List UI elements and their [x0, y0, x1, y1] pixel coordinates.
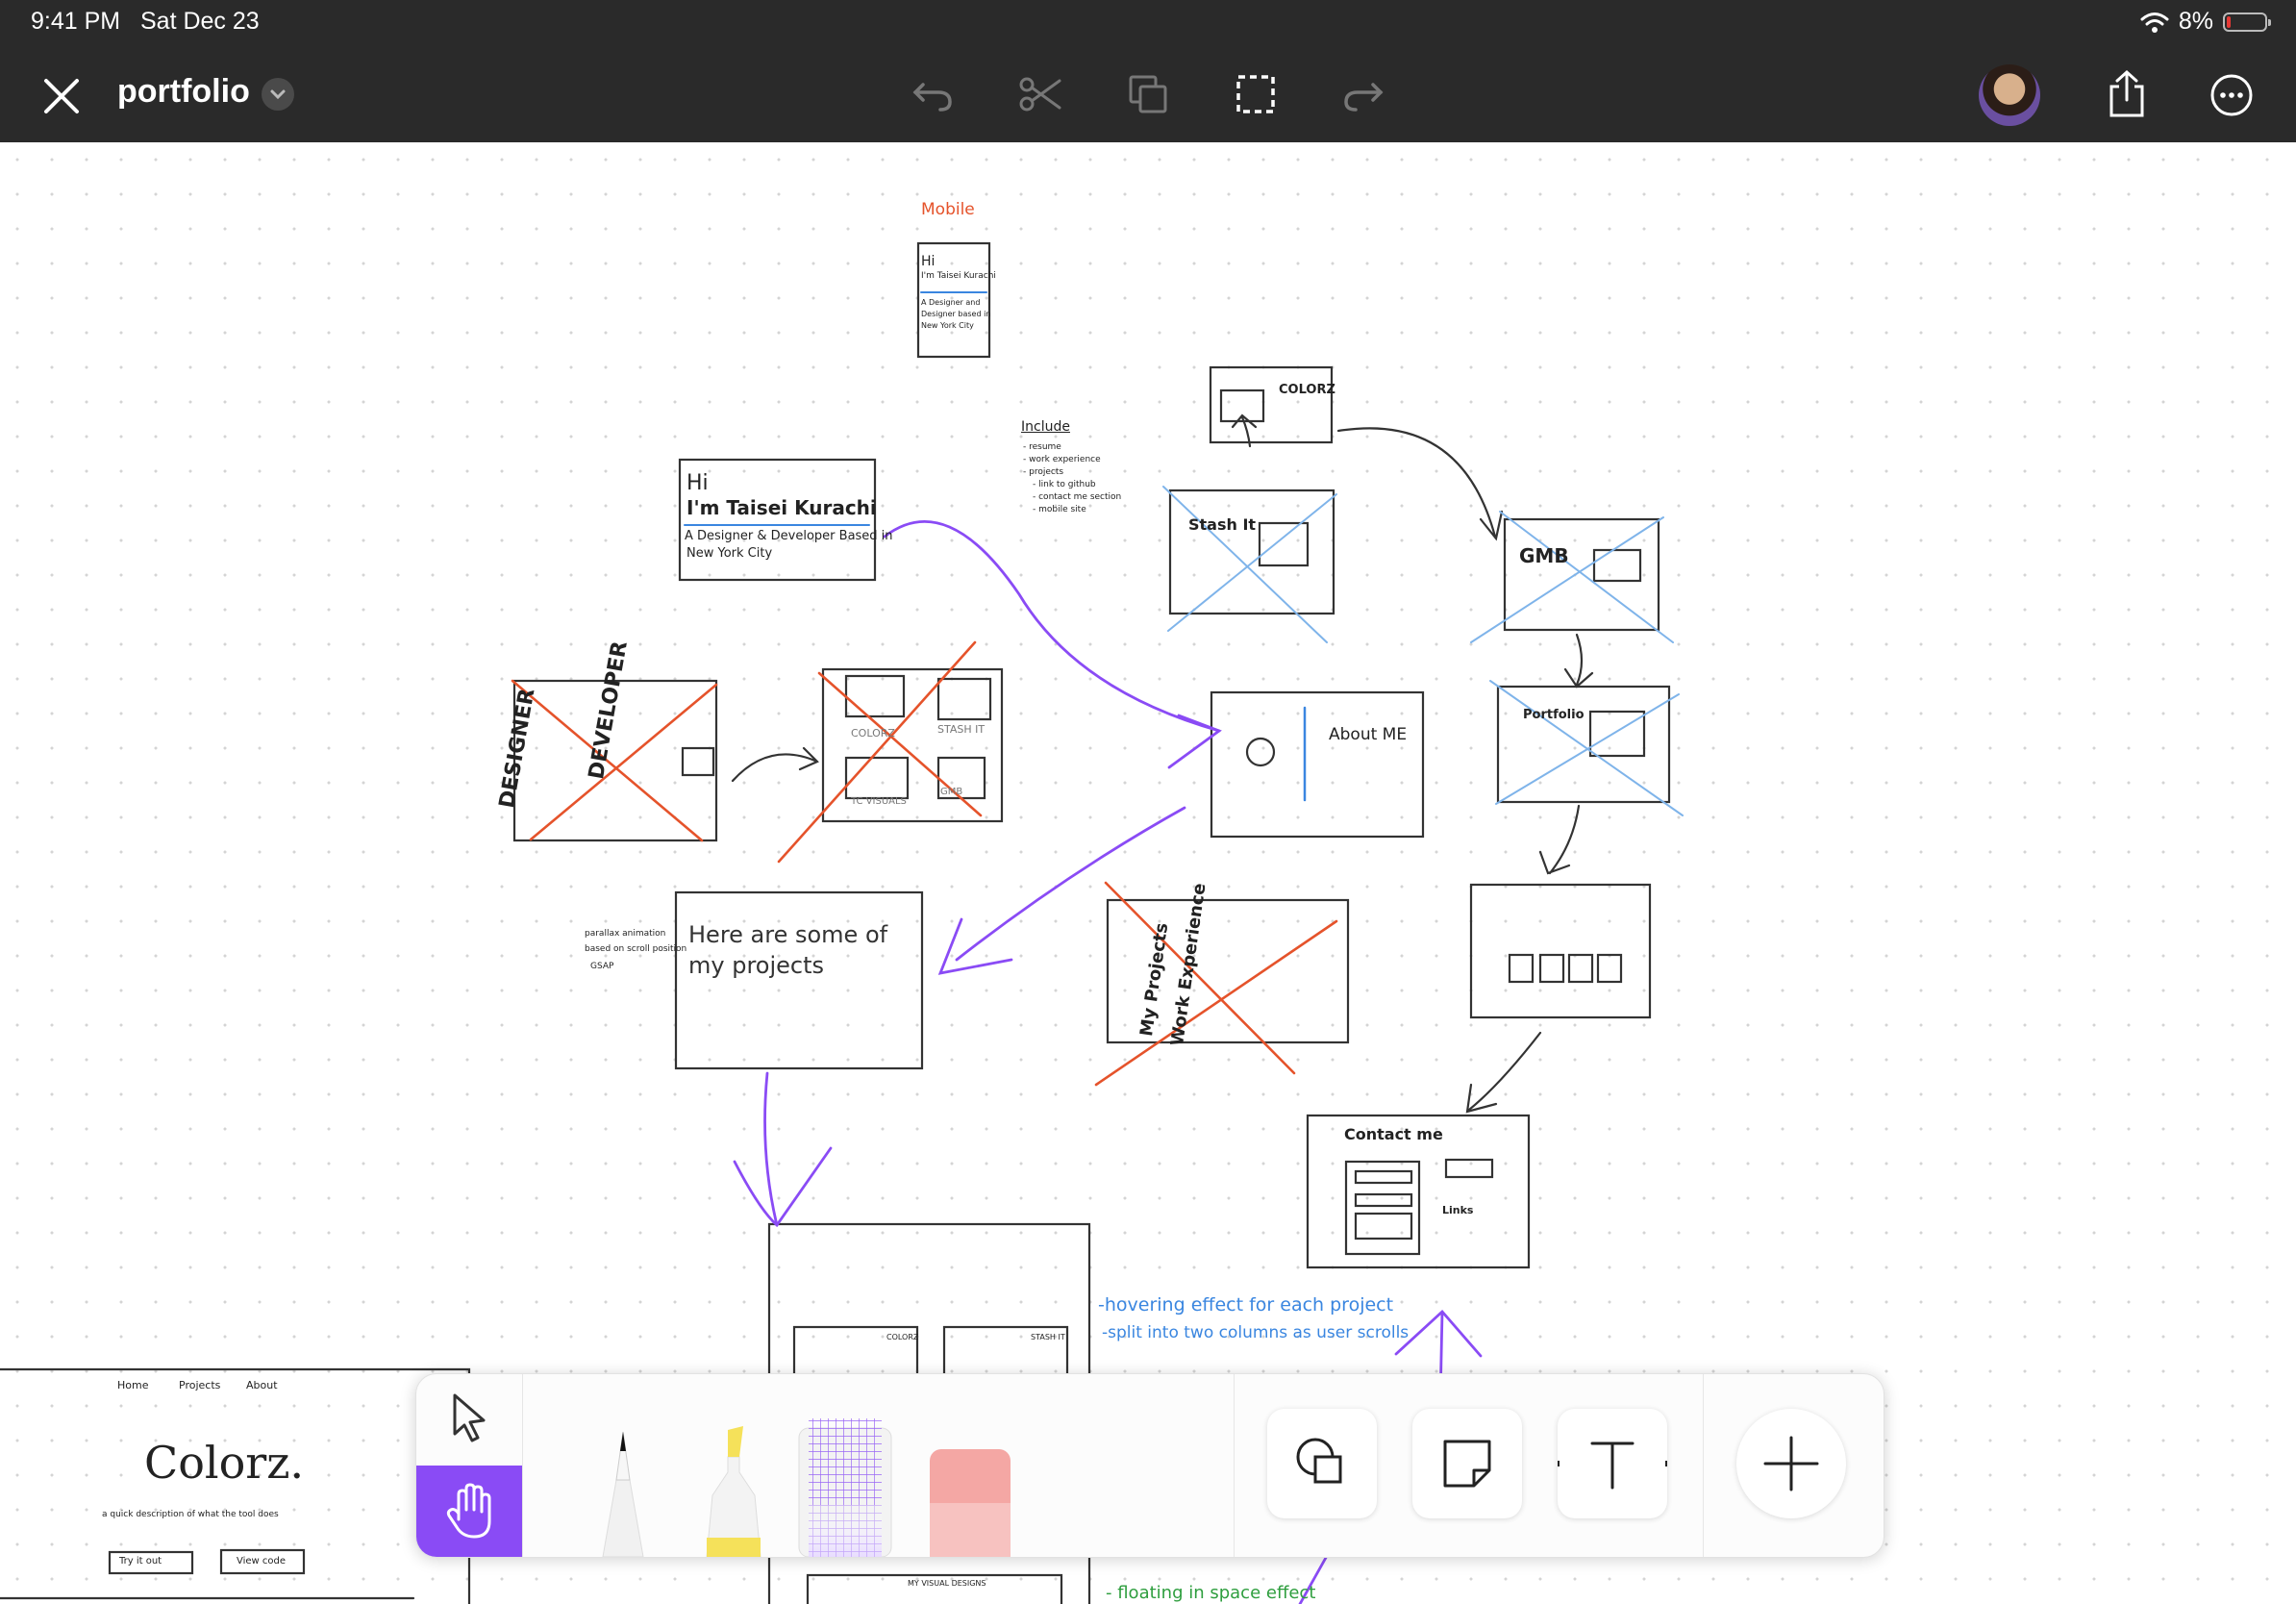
nav-projects: Projects [179, 1379, 221, 1391]
projects-text-frame [674, 890, 924, 1070]
more-icon[interactable] [2209, 73, 2254, 117]
status-date: Sat Dec 23 [140, 8, 260, 35]
colorz-title: COLORZ [1279, 383, 1335, 397]
toolbar-divider-1 [1234, 1374, 1235, 1557]
parallax-note1: parallax animation [585, 929, 666, 939]
portfolio-title: Portfolio [1523, 708, 1585, 722]
mobile-label: Mobile [921, 200, 975, 219]
mobile-name: I'm Taisei Kurachi [921, 271, 996, 281]
status-time: 9:41 PM [31, 8, 121, 35]
grid-gmb: GMB [940, 787, 963, 797]
visual-designs-label: MY VISUAL DESIGNS [908, 1579, 986, 1588]
contact-me-title: Contact me [1344, 1125, 1443, 1143]
battery-fill [2227, 15, 2231, 28]
hero-name: I'm Taisei Kurachi [686, 496, 877, 519]
mobile-desc1: A Designer and [921, 298, 981, 307]
undo-icon[interactable] [910, 71, 956, 117]
hero-hi: Hi [686, 471, 709, 495]
add-icon [1763, 1436, 1819, 1491]
mobile-hi: Hi [921, 254, 936, 269]
battery-percent: 8% [2178, 8, 2213, 35]
nav-home: Home [117, 1379, 149, 1391]
floating-note: - floating in space effect [1106, 1583, 1316, 1603]
scissors-icon[interactable] [1017, 71, 1063, 117]
projects-line1: Here are some of [688, 921, 888, 948]
include-item-5: - contact me section [1033, 492, 1122, 502]
drawing-toolbar [415, 1373, 1884, 1558]
select-icon [453, 1393, 486, 1442]
colorz-big-title: Colorz. [144, 1437, 305, 1489]
view-code-button-text: View code [237, 1556, 287, 1566]
mobile-desc3: New York City [921, 321, 974, 330]
shapes-button[interactable] [1267, 1409, 1377, 1518]
sticky-note-button[interactable] [1412, 1409, 1522, 1518]
top-bar: 9:41 PM Sat Dec 23 8% portfolio [0, 0, 2296, 142]
colorz-description: a quick description of what the tool doe… [102, 1510, 279, 1519]
contact-links: Links [1442, 1204, 1474, 1216]
pattern-tool[interactable] [782, 1413, 907, 1557]
toolbar-divider-2 [1703, 1374, 1704, 1557]
close-icon[interactable] [40, 75, 83, 117]
gallery-frame [1469, 883, 1652, 1019]
nav-about: About [246, 1379, 278, 1391]
sticky-note-icon [1443, 1440, 1491, 1488]
about-me-frame [1210, 690, 1425, 839]
wifi-icon [2140, 12, 2169, 33]
purple-arrow-hero-about [883, 520, 1221, 733]
eraser-tool[interactable] [897, 1413, 1012, 1557]
status-right: 8% [2140, 8, 2271, 36]
card-label-2: STASH IT [1031, 1333, 1065, 1341]
select-tool-button[interactable] [416, 1374, 522, 1466]
document-title[interactable]: portfolio [117, 73, 250, 111]
text-icon [1554, 1441, 1671, 1490]
try-it-button-text: Try it out [119, 1556, 162, 1566]
parallax-note3: GSAP [590, 962, 614, 971]
hover-note: -hovering effect for each project [1098, 1294, 1394, 1316]
avatar[interactable] [1979, 64, 2040, 126]
shapes-icon [1296, 1438, 1342, 1484]
highlighter-tool[interactable] [674, 1413, 789, 1557]
chevron-down-icon[interactable] [262, 78, 294, 111]
grid-colorz: COLORZ [851, 727, 895, 739]
purple-arrow-projects-down [763, 1071, 779, 1227]
add-button[interactable] [1736, 1409, 1846, 1518]
stash-it-title: Stash It [1188, 515, 1257, 534]
share-icon[interactable] [2106, 69, 2148, 119]
grid-stash-it: STASH IT [937, 723, 986, 736]
projects-line2: my projects [688, 952, 825, 979]
hero-desc2: New York City [686, 546, 773, 561]
mobile-desc2: Designer based in [921, 310, 991, 318]
stash-it-frame [1168, 489, 1335, 615]
hero-frame [678, 458, 877, 582]
text-button[interactable] [1554, 1409, 1671, 1518]
colorz-frame [1209, 365, 1334, 444]
hand-icon [446, 1483, 491, 1539]
include-heading: Include [1021, 419, 1070, 435]
pen-tool[interactable] [570, 1413, 676, 1557]
about-me-title: About ME [1329, 725, 1408, 744]
gmb-title: GMB [1519, 544, 1569, 567]
grid-tc-visuals: TC VISUALS [851, 796, 907, 807]
hero-desc1: A Designer & Developer Based in [685, 529, 893, 543]
mode-column [416, 1374, 523, 1557]
card-label-1: COLORZ [886, 1333, 919, 1341]
battery-icon [2223, 12, 2271, 32]
include-item-6: - mobile site [1033, 505, 1086, 514]
hand-tool-button[interactable] [416, 1466, 522, 1557]
duplicate-icon[interactable] [1125, 71, 1171, 117]
split-note: -split into two columns as user scrolls [1102, 1323, 1410, 1342]
redo-icon[interactable] [1340, 71, 1386, 117]
parallax-note2: based on scroll position [585, 944, 687, 954]
selection-icon[interactable] [1233, 71, 1279, 117]
include-item-3: - projects [1023, 467, 1064, 477]
include-item-4: - link to github [1033, 480, 1096, 489]
include-item-2: - work experience [1023, 455, 1101, 464]
include-item-1: - resume [1023, 442, 1061, 452]
